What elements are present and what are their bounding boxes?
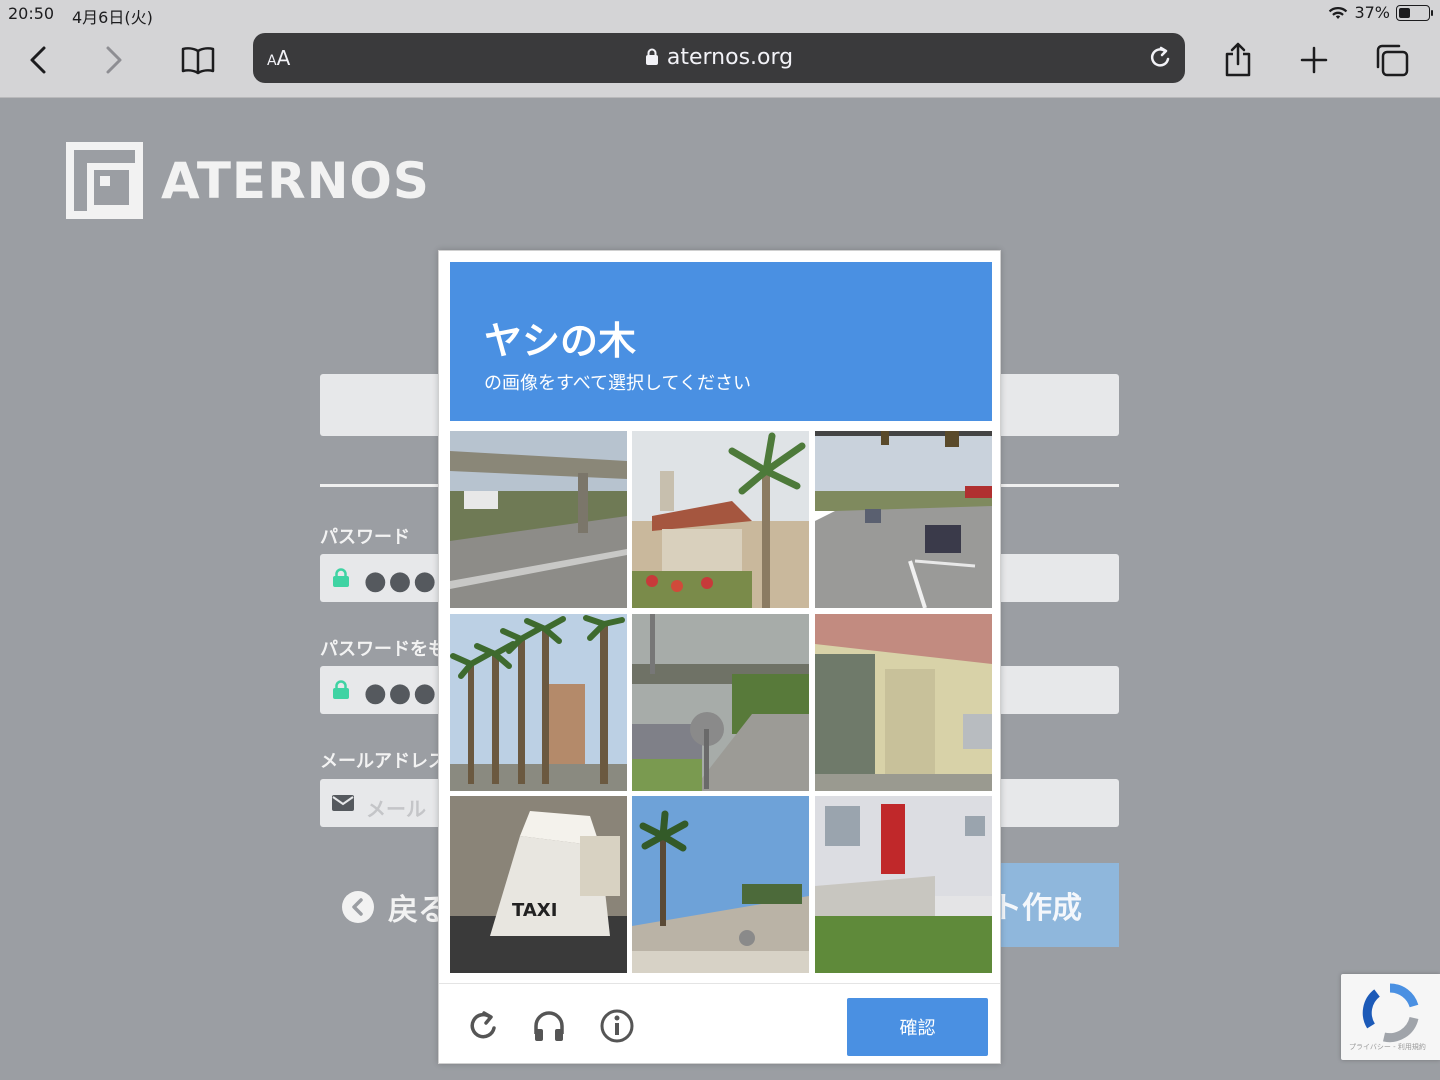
wifi-icon (1329, 6, 1348, 19)
email-label: メールアドレス (320, 751, 446, 772)
status-date: 4月6日(火) (72, 8, 153, 27)
captcha-dialog: ヤシの木 の画像をすべて選択してください TAXI 確認 (438, 250, 1001, 1064)
captcha-instruction: の画像をすべて選択してください (484, 373, 751, 394)
info-icon[interactable] (599, 1008, 635, 1044)
logo-mark-icon (66, 142, 143, 219)
forward-nav-button[interactable] (92, 40, 136, 80)
recaptcha-badge[interactable]: プライバシー - 利用規約 (1341, 974, 1440, 1060)
status-time: 20:50 (8, 4, 55, 23)
chevron-left-circle-icon (342, 891, 374, 923)
recaptcha-logo-icon (1362, 983, 1419, 1043)
url-display[interactable]: aternos.org (253, 45, 1185, 70)
bookmarks-button[interactable] (176, 40, 220, 80)
browser-toolbar: AA aternos.org (0, 28, 1440, 98)
reload-icon[interactable] (465, 1008, 501, 1044)
tabs-overview-button[interactable] (1370, 40, 1414, 80)
captcha-tile-9[interactable] (815, 796, 992, 973)
address-bar[interactable]: AA aternos.org (253, 33, 1185, 83)
new-tab-button[interactable] (1292, 40, 1336, 80)
back-link[interactable]: 戻る (342, 885, 448, 929)
captcha-tile-8[interactable] (632, 796, 809, 973)
aternos-logo: ATERNOS (66, 142, 430, 219)
headphones-icon[interactable] (531, 1008, 567, 1044)
captcha-tile-6[interactable] (815, 614, 992, 791)
captcha-footer: 確認 (439, 983, 1000, 1063)
lock-icon (645, 48, 658, 65)
captcha-keyword: ヤシの木 (484, 319, 637, 363)
captcha-header: ヤシの木 の画像をすべて選択してください (450, 262, 992, 421)
chevron-left-icon (30, 46, 46, 74)
url-text: aternos.org (666, 45, 794, 70)
book-icon (181, 47, 215, 75)
captcha-tile-4[interactable] (450, 614, 627, 791)
captcha-tile-1[interactable] (450, 431, 627, 608)
password-label: パスワード (320, 527, 410, 548)
lock-icon (333, 568, 349, 587)
captcha-tile-2[interactable] (632, 431, 809, 608)
recaptcha-badge-text: プライバシー - 利用規約 (1349, 1043, 1426, 1051)
create-account-label: ト作成 (992, 891, 1082, 926)
lock-icon (333, 680, 349, 699)
captcha-tile-5[interactable] (632, 614, 809, 791)
envelope-icon (332, 795, 354, 811)
logo-text: ATERNOS (161, 151, 430, 210)
email-placeholder: メール (366, 797, 426, 821)
captcha-image-grid: TAXI (450, 431, 992, 973)
chevron-right-icon (106, 46, 122, 74)
taxi-sign-text: TAXI (512, 900, 557, 921)
battery-icon (1396, 4, 1433, 21)
status-bar: 20:50 4月6日(火) 37% (0, 0, 1440, 28)
reload-icon[interactable] (1147, 44, 1173, 72)
back-nav-button[interactable] (16, 40, 60, 80)
share-icon (1225, 42, 1251, 77)
status-right: 37% (1328, 3, 1433, 22)
plus-icon (1300, 46, 1328, 74)
password-repeat-label: パスワードをも (320, 639, 446, 660)
captcha-tile-7[interactable]: TAXI (450, 796, 627, 973)
share-button[interactable] (1216, 40, 1260, 80)
tabs-icon (1376, 44, 1409, 77)
captcha-tile-3[interactable] (815, 431, 992, 608)
battery-percent: 37% (1354, 3, 1390, 22)
verify-button[interactable]: 確認 (847, 998, 988, 1056)
verify-label: 確認 (899, 1018, 936, 1039)
